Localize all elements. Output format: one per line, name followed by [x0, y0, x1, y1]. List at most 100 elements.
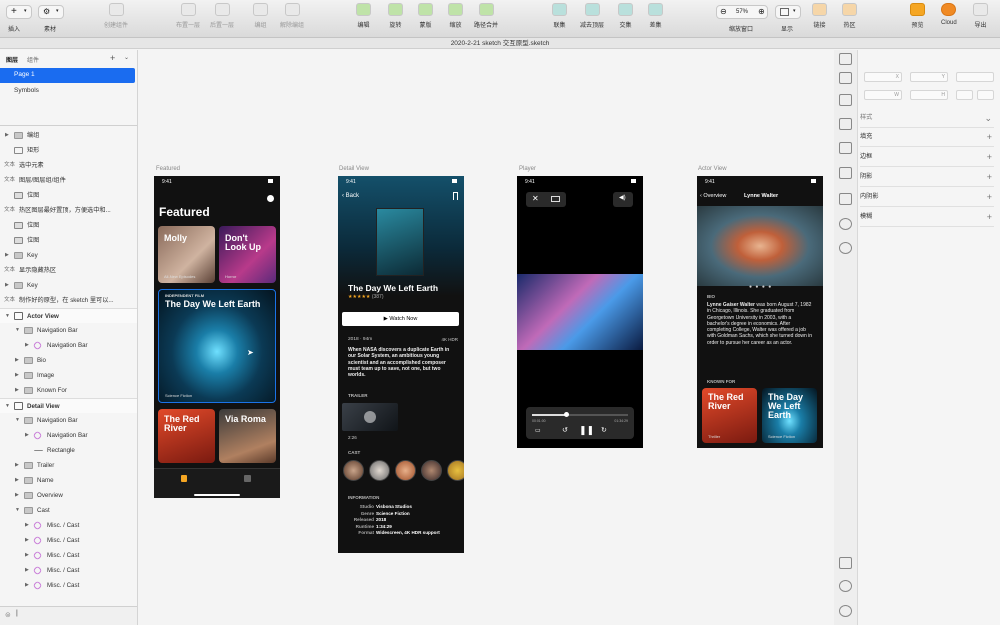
card-molly[interactable]: Molly All-New Episodes	[158, 226, 215, 283]
difference-button[interactable]: 差集	[648, 3, 663, 29]
style-row[interactable]: 样式 ⌄	[860, 108, 994, 128]
send-backward-button[interactable]: 后置一层	[210, 3, 234, 29]
disclosure-triangle-icon[interactable]: ▶	[25, 518, 29, 533]
disclosure-triangle-icon[interactable]: ▼	[5, 309, 10, 323]
align-icon[interactable]	[839, 53, 852, 65]
flip-h-button[interactable]	[956, 90, 973, 100]
layer-row[interactable]: ▶ 编组	[0, 128, 137, 143]
grid-icon[interactable]	[839, 94, 852, 106]
card-via-roma[interactable]: Via Roma	[219, 409, 276, 463]
layer-row[interactable]: ▶ Bio	[0, 353, 137, 368]
artboard-featured[interactable]: 9:41 Featured Molly All-New Episodes Don…	[154, 176, 280, 498]
ungroup-button[interactable]: 解除编组	[280, 3, 304, 29]
layer-row[interactable]: ▼ Detail View	[0, 398, 137, 413]
tab-store-icon[interactable]	[244, 475, 251, 482]
disclosure-triangle-icon[interactable]: ▶	[25, 578, 29, 593]
palette-icon[interactable]	[839, 218, 852, 230]
rewind-icon[interactable]: ↺	[562, 426, 568, 434]
disclosure-triangle-icon[interactable]: ▶	[15, 473, 19, 488]
forward-icon[interactable]: ↻	[601, 426, 607, 434]
zoom-in-icon[interactable]: ⊕	[758, 7, 765, 16]
layer-row[interactable]: ▶ Misc. / Cast	[0, 563, 137, 578]
tab-home-icon[interactable]	[181, 475, 187, 482]
disclosure-triangle-icon[interactable]: ▼	[15, 323, 20, 338]
cast-avatar[interactable]	[369, 460, 390, 481]
flatten-button[interactable]: 路径合并	[474, 3, 498, 29]
page-item-symbols[interactable]: Symbols	[14, 87, 39, 94]
resize-icon[interactable]	[839, 167, 852, 179]
display-button[interactable]: ▾	[775, 5, 801, 19]
layer-row[interactable]: 文本 显示隐藏热区	[0, 263, 137, 278]
artboard-label-detail[interactable]: Detail View	[339, 166, 369, 172]
disclosure-triangle-icon[interactable]: ▶	[15, 353, 19, 368]
layer-row[interactable]: ▶ Key	[0, 248, 137, 263]
card-the-red-river[interactable]: The Red River	[158, 409, 215, 463]
cast-avatar[interactable]	[343, 460, 364, 481]
group-button[interactable]: 编组	[253, 3, 268, 29]
layer-row[interactable]: 文本 制作好的原型，在 sketch 里可以...	[0, 293, 137, 308]
disclosure-triangle-icon[interactable]: ▶	[5, 248, 9, 263]
export-button[interactable]: 导出	[973, 3, 988, 29]
trailer-thumbnail[interactable]	[342, 403, 398, 431]
canvas[interactable]: Featured 9:41 Featured Molly All-New Epi…	[139, 50, 834, 625]
card-the-day-we-left-earth[interactable]: INDEPENDENT FILM The Day We Left Earth S…	[158, 289, 276, 403]
layer-row[interactable]: 矩形	[0, 143, 137, 158]
pause-icon[interactable]: ❚❚	[579, 425, 594, 436]
layer-row[interactable]: 文本 图层/图层组/组件	[0, 173, 137, 188]
bring-forward-button[interactable]: 布置一层	[176, 3, 200, 29]
disclosure-triangle-icon[interactable]: ▶	[15, 383, 19, 398]
height-field[interactable]: H	[910, 90, 948, 100]
card-dont-look-up[interactable]: Don't Look Up Horror	[219, 226, 276, 283]
pip-icon[interactable]	[551, 196, 560, 202]
inspector-section[interactable]: 边框 +	[860, 147, 994, 167]
tab-layers[interactable]: 图层	[6, 55, 18, 64]
disclosure-triangle-icon[interactable]: ▶	[15, 458, 19, 473]
artboard-actor-view[interactable]: 9:41 ‹ Overview Lynne Walter ● ● ● ● BIO…	[697, 176, 823, 448]
progress-handle[interactable]	[563, 412, 569, 417]
zoom-out-icon[interactable]: ⊖	[720, 7, 727, 16]
layer-row[interactable]: ▶ Overview	[0, 488, 137, 503]
layer-row[interactable]: ▶ Navigation Bar	[0, 338, 137, 353]
flip-v-button[interactable]	[977, 90, 994, 100]
artboard-label-featured[interactable]: Featured	[156, 166, 180, 172]
disclosure-triangle-icon[interactable]: ▼	[15, 503, 20, 518]
layer-row[interactable]: ▼ Cast	[0, 503, 137, 518]
close-icon[interactable]: ✕	[532, 194, 539, 203]
prototype-icon[interactable]	[839, 242, 852, 254]
cast-avatar[interactable]	[447, 460, 464, 481]
layer-row[interactable]: ▶ Name	[0, 473, 137, 488]
artboard-player[interactable]: 9:41 ✕ ◀) 00:01:00 01:34:29 ▭ ↺ ❚❚ ↻	[517, 176, 643, 448]
scale-button[interactable]: 缩放	[448, 3, 463, 29]
disclosure-triangle-icon[interactable]: ▶	[25, 548, 29, 563]
union-button[interactable]: 联集	[552, 3, 567, 29]
rotate-button[interactable]: 旋转	[388, 3, 403, 29]
cast-avatar[interactable]	[395, 460, 416, 481]
width-field[interactable]: W	[864, 90, 902, 100]
back-button[interactable]: ‹ Overview	[700, 193, 726, 199]
edit-button[interactable]: 编辑	[356, 3, 371, 29]
disclosure-triangle-icon[interactable]: ▶	[5, 128, 9, 143]
disclosure-triangle-icon[interactable]: ▶	[15, 368, 19, 383]
disclosure-triangle-icon[interactable]: ▼	[5, 399, 10, 413]
insert-button[interactable]: + ▾	[6, 5, 32, 19]
layer-row[interactable]: 文本 热区图层最好置顶，方便选中和...	[0, 203, 137, 218]
layer-row[interactable]: ▶ Misc. / Cast	[0, 518, 137, 533]
layer-row[interactable]: Rectangle	[0, 443, 137, 458]
back-button[interactable]: ‹ Back	[342, 193, 359, 199]
layer-row[interactable]: ▶ Misc. / Cast	[0, 548, 137, 563]
y-field[interactable]: Y	[910, 72, 948, 82]
create-symbol-button[interactable]: 创建组件	[104, 3, 128, 29]
filter-input[interactable]: |	[16, 610, 18, 617]
tab-components[interactable]: 组件	[27, 55, 39, 64]
inspector-section[interactable]: 内阴影 +	[860, 187, 994, 207]
artboard-label-player[interactable]: Player	[519, 166, 536, 172]
disclosure-triangle-icon[interactable]: ▶	[25, 563, 29, 578]
intersect-button[interactable]: 交集	[618, 3, 633, 29]
layer-row[interactable]: 位图	[0, 188, 137, 203]
layer-row[interactable]: ▼ Navigation Bar	[0, 323, 137, 338]
layer-row[interactable]: 文本 选中元素	[0, 158, 137, 173]
layer-row[interactable]: ▶ Key	[0, 278, 137, 293]
settings-icon[interactable]	[839, 605, 852, 617]
disclosure-triangle-icon[interactable]: ▶	[15, 488, 19, 503]
mail-icon[interactable]	[839, 118, 852, 130]
